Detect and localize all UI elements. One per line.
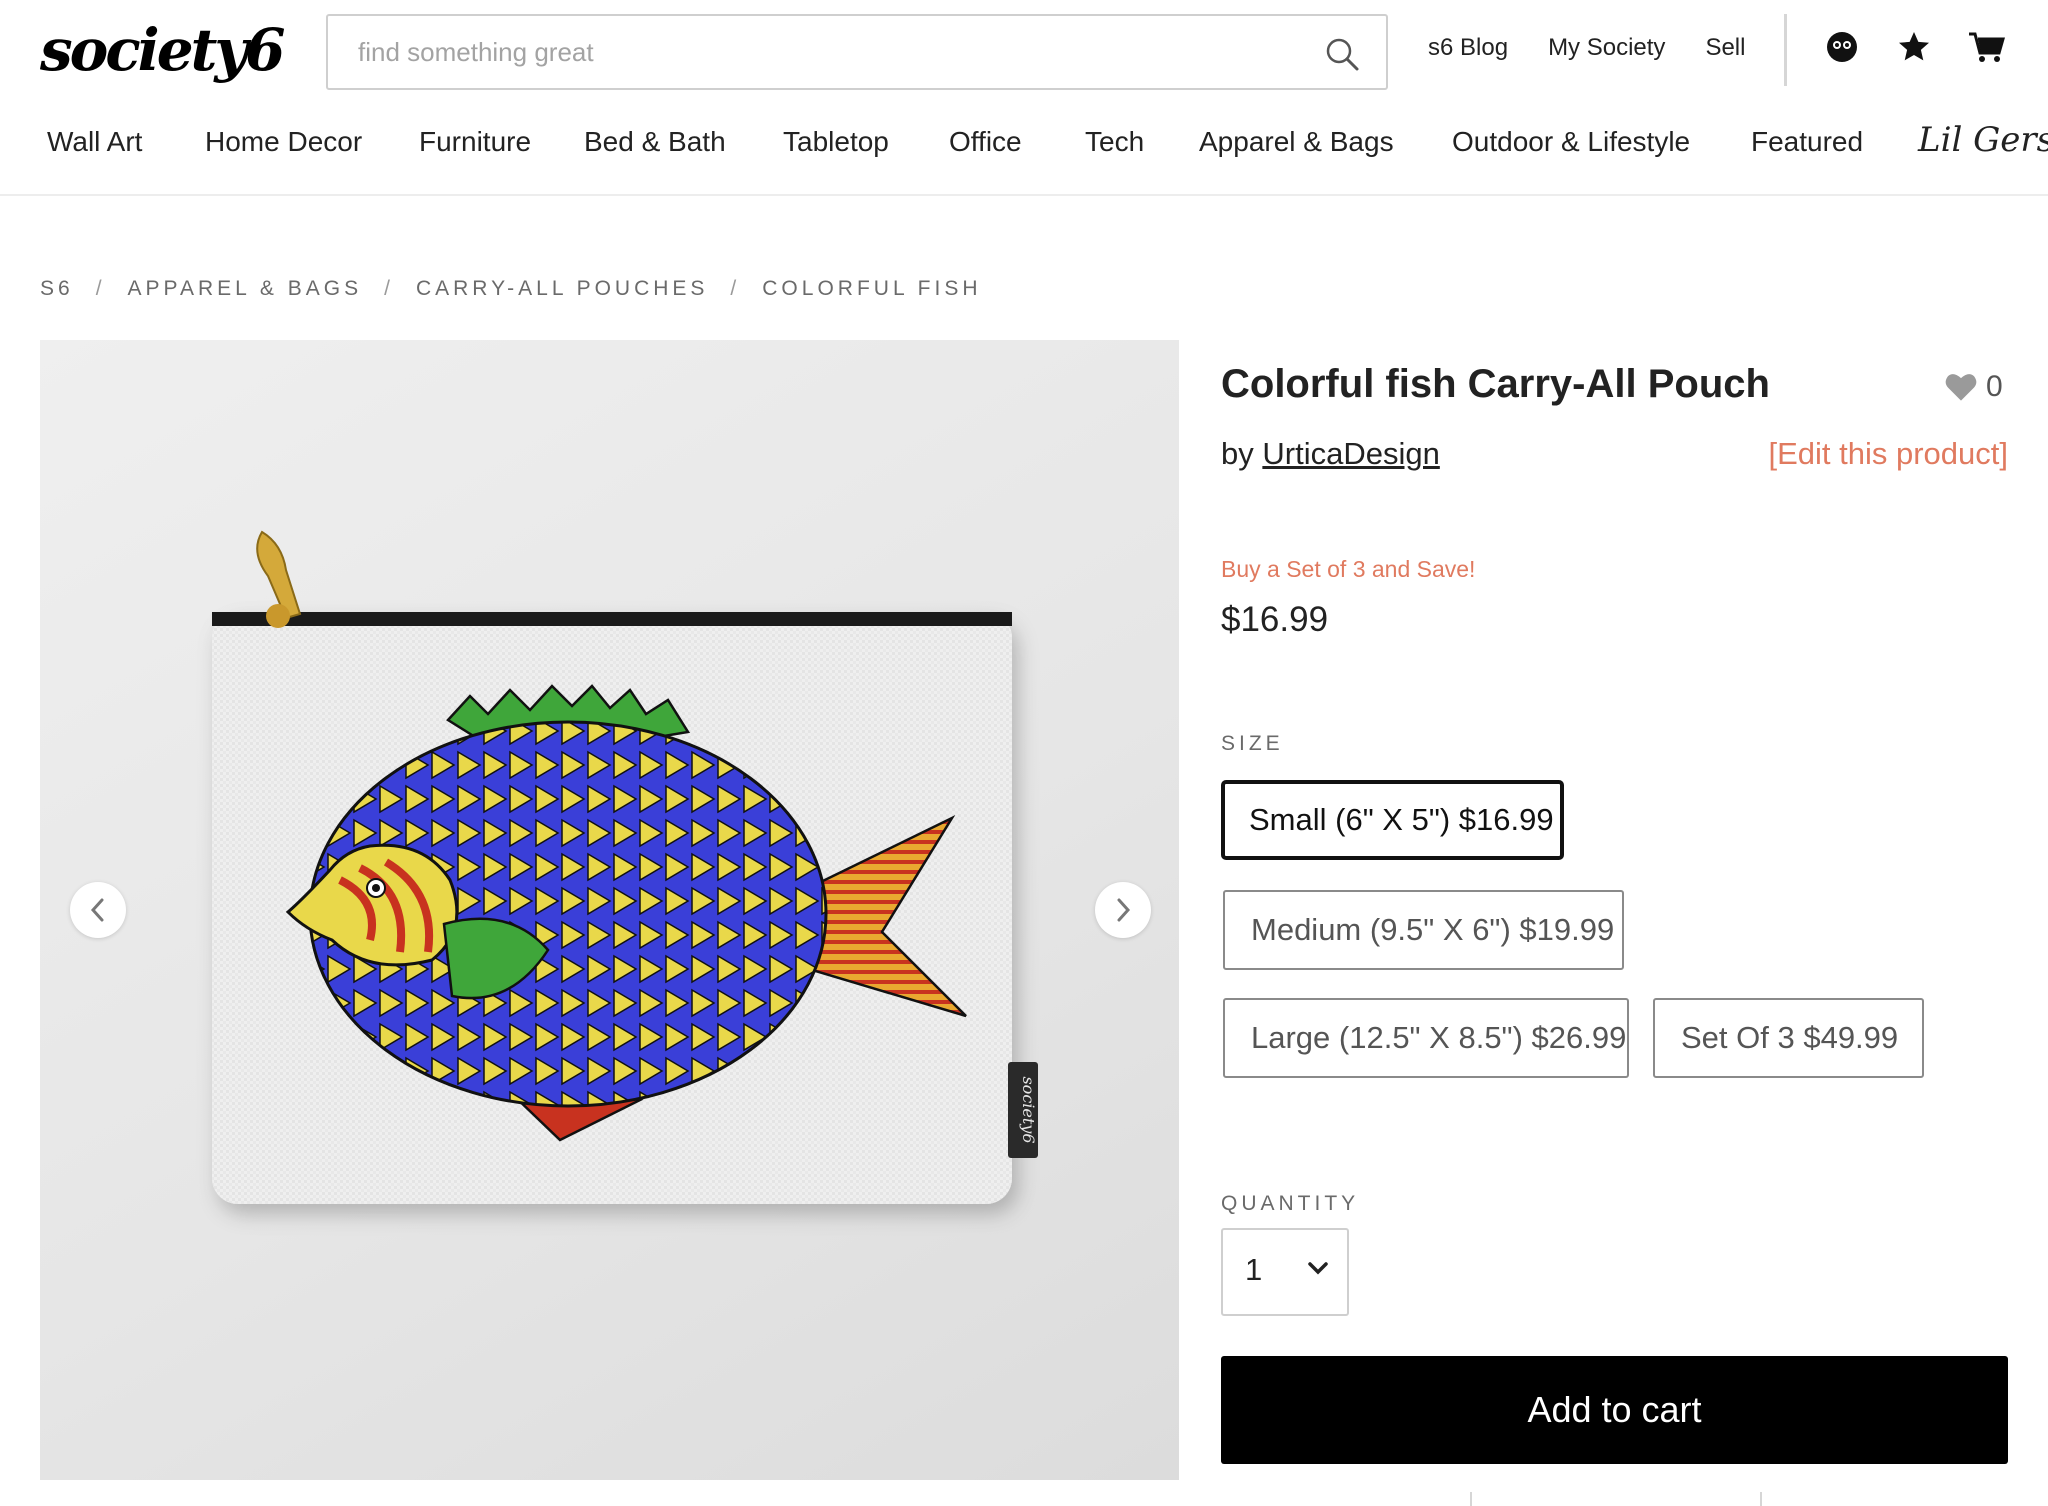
- my-society-link[interactable]: My Society: [1548, 34, 1665, 62]
- size-option-medium[interactable]: Medium (9.5" X 6") $19.99: [1223, 890, 1624, 970]
- sell-link[interactable]: Sell: [1705, 34, 1745, 62]
- previous-image-button[interactable]: [70, 882, 126, 938]
- chevron-left-icon: [90, 898, 104, 922]
- utility-links: s6 Blog My Society Sell: [1428, 28, 1785, 68]
- nav-home-decor[interactable]: Home Decor: [205, 126, 362, 158]
- nav-outdoor-lifestyle[interactable]: Outdoor & Lifestyle: [1452, 126, 1690, 158]
- cart-icon[interactable]: [1966, 27, 2006, 67]
- quantity-value: 1: [1245, 1252, 1263, 1287]
- heart-icon: [1945, 374, 1977, 401]
- next-image-button[interactable]: [1095, 882, 1151, 938]
- nav-office[interactable]: Office: [949, 126, 1022, 158]
- product-price: $16.99: [1221, 600, 1329, 639]
- product-title: Colorful fish Carry-All Pouch: [1221, 362, 1770, 406]
- edit-product-link[interactable]: [Edit this product]: [1768, 436, 2008, 472]
- size-option-large[interactable]: Large (12.5" X 8.5") $26.99: [1223, 998, 1629, 1078]
- nav-apparel-bags[interactable]: Apparel & Bags: [1199, 126, 1394, 158]
- promo-text: Buy a Set of 3 and Save!: [1221, 556, 1476, 582]
- search-input[interactable]: [358, 30, 1298, 74]
- star-icon[interactable]: [1894, 27, 1934, 67]
- size-option-set-of-3[interactable]: Set Of 3 $49.99: [1653, 998, 1924, 1078]
- breadcrumb: S6 / APPAREL & BAGS / CARRY-ALL POUCHES …: [40, 274, 982, 304]
- search-icon[interactable]: [1324, 36, 1360, 72]
- quantity-label: QUANTITY: [1221, 1192, 1360, 1215]
- divider: [1760, 1492, 1762, 1506]
- product-image: society6: [212, 530, 1038, 1204]
- breadcrumb-separator: /: [95, 277, 106, 300]
- breadcrumb-apparel-bags[interactable]: APPAREL & BAGS: [128, 277, 363, 301]
- breadcrumb-s6[interactable]: S6: [40, 277, 74, 301]
- breadcrumb-carry-all-pouches[interactable]: CARRY-ALL POUCHES: [416, 277, 708, 301]
- nav-wall-art[interactable]: Wall Art: [47, 126, 142, 158]
- breadcrumb-separator: /: [384, 277, 394, 300]
- nav-featured[interactable]: Featured: [1751, 126, 1863, 158]
- pouch-brand-tag: society6: [1019, 1076, 1038, 1143]
- utility-icons: [1822, 22, 2038, 72]
- breadcrumb-separator: /: [730, 277, 741, 300]
- blog-link[interactable]: s6 Blog: [1428, 34, 1508, 62]
- nav-tech[interactable]: Tech: [1085, 126, 1144, 158]
- divider: [1470, 1492, 1472, 1506]
- chevron-down-icon: [1308, 1262, 1328, 1275]
- category-nav: Wall Art Home Decor Furniture Bed & Bath…: [0, 112, 2048, 196]
- society6-logo[interactable]: society6: [40, 14, 285, 86]
- product-byline: by UrticaDesign: [1221, 436, 1440, 472]
- add-to-cart-button[interactable]: Add to cart: [1221, 1356, 2008, 1464]
- search-box: [326, 14, 1388, 90]
- size-label: SIZE: [1221, 732, 1284, 755]
- nav-tabletop[interactable]: Tabletop: [783, 126, 889, 158]
- header-divider: [1784, 14, 1787, 86]
- favorite-button[interactable]: 0: [1944, 370, 2003, 404]
- artist-link[interactable]: UrticaDesign: [1262, 436, 1439, 471]
- size-option-small[interactable]: Small (6" X 5") $16.99: [1221, 780, 1564, 860]
- nav-furniture[interactable]: Furniture: [419, 126, 531, 158]
- product-image-gallery: society6: [40, 340, 1179, 1480]
- nav-lil-gers[interactable]: Lil Gers: [1918, 120, 2048, 160]
- account-icon[interactable]: [1822, 27, 1862, 67]
- by-prefix: by: [1221, 436, 1254, 471]
- nav-bed-bath[interactable]: Bed & Bath: [584, 126, 726, 158]
- quantity-select[interactable]: 1: [1221, 1228, 1349, 1316]
- breadcrumb-current: COLORFUL FISH: [762, 277, 982, 300]
- chevron-right-icon: [1117, 898, 1131, 922]
- favorite-count: 0: [1986, 370, 2003, 403]
